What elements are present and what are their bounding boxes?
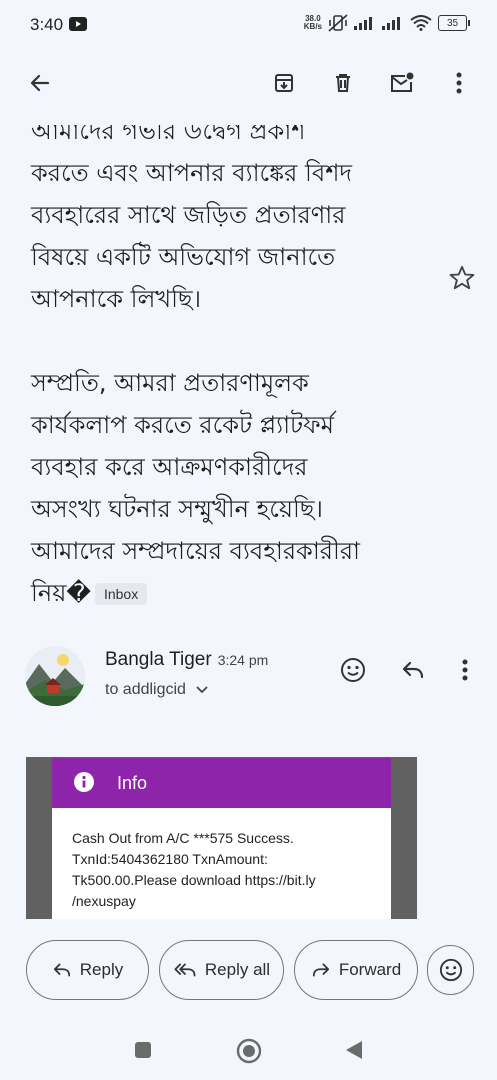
- emoji-icon: [341, 658, 365, 682]
- trash-icon: [336, 74, 350, 92]
- sender-name[interactable]: Bangla Tiger: [105, 649, 212, 670]
- top-toolbar: [0, 55, 497, 111]
- sent-time: 3:24 pm: [217, 652, 269, 668]
- sender-row: Bangla Tiger 3:24 pm to addligcid: [0, 640, 497, 720]
- signal-icon-2: [382, 17, 400, 30]
- forward-icon: [312, 963, 329, 977]
- status-icons: 38.0 KB/s 35: [303, 14, 470, 32]
- body-line: ব্যবহার করে আক্রমণকারীদের: [31, 453, 308, 481]
- home-circle-icon: [236, 1038, 262, 1064]
- info-title: Info: [117, 773, 148, 793]
- body-line: অসংখ্য ঘটনার সম্মুখীন হয়েছি।: [31, 495, 323, 523]
- system-nav-bar: [0, 1020, 497, 1080]
- back-nav-button[interactable]: [344, 1040, 364, 1064]
- more-vert-icon: [456, 72, 462, 94]
- reply-icon: [402, 661, 424, 679]
- reply-all-icon: [174, 963, 196, 977]
- message-body: আমাদের গভীর উদ্বেগ প্রকাশ করতে এবং আপনার…: [31, 110, 451, 614]
- message-more-button[interactable]: [449, 654, 481, 686]
- youtube-notification-icon: [69, 17, 87, 31]
- inbox-label-chip[interactable]: Inbox: [94, 583, 148, 605]
- body-line: কার্যকলাপ করতে রকেট প্ল্যাটফর্ম: [31, 411, 334, 439]
- reply-icon: [53, 963, 70, 977]
- arrow-back-icon: [30, 74, 50, 92]
- body-line: ব্যবহারের সাথে জড়িত প্রতারণার: [31, 201, 346, 229]
- more-options-button[interactable]: [443, 67, 475, 99]
- mark-unread-button[interactable]: [386, 67, 418, 99]
- body-line: আপনাকে লিখছি।: [31, 285, 202, 313]
- sender-line: Bangla Tiger 3:24 pm: [105, 649, 268, 671]
- battery-icon: 35: [438, 15, 470, 31]
- recipient-details[interactable]: to addligcid: [105, 681, 209, 699]
- recents-button[interactable]: [134, 1041, 152, 1063]
- sms-message-text: Cash Out from A/C ***575 Success. TxnId:…: [72, 830, 316, 909]
- emoji-icon: [439, 958, 462, 982]
- more-vert-icon: [462, 659, 468, 681]
- reply-all-button[interactable]: Reply all: [159, 940, 284, 1000]
- network-speed: 38.0 KB/s: [303, 14, 322, 31]
- archive-icon: [275, 74, 293, 92]
- chevron-down-icon: [196, 686, 209, 694]
- forward-label: Forward: [338, 960, 402, 979]
- avatar-landscape-image: [25, 646, 85, 706]
- vibrate-muted-icon: [328, 14, 348, 32]
- reply-icon-button[interactable]: [397, 654, 429, 686]
- react-emoji-button[interactable]: [337, 654, 369, 686]
- back-button[interactable]: [24, 67, 56, 99]
- reply-button[interactable]: Reply: [26, 940, 149, 1000]
- delete-button[interactable]: [327, 67, 359, 99]
- home-button[interactable]: [236, 1038, 262, 1068]
- emoji-reaction-button[interactable]: [427, 945, 474, 995]
- info-dialog-header: Info: [52, 758, 391, 808]
- signal-icon: [354, 17, 372, 30]
- status-bar: 3:40 38.0 KB/s 35: [0, 0, 497, 50]
- reply-all-label: Reply all: [204, 960, 271, 979]
- info-icon: [74, 772, 94, 792]
- triangle-back-icon: [346, 1041, 362, 1059]
- body-line-last: নিয়� Inbox: [31, 572, 451, 614]
- status-time: 3:40: [30, 15, 64, 34]
- forward-button[interactable]: Forward: [294, 940, 418, 1000]
- body-line: বিষয়ে একটি অভিযোগ জানাতে: [31, 243, 336, 271]
- avatar[interactable]: [25, 646, 85, 706]
- archive-button[interactable]: [268, 67, 300, 99]
- star-icon[interactable]: [448, 264, 476, 292]
- square-icon: [135, 1042, 151, 1058]
- body-line: করতে এবং আপনার ব্যাঙ্কের বিশদ: [31, 159, 353, 187]
- wifi-icon: [410, 15, 432, 31]
- body-line: সম্প্রতি, আমরা প্রতারণামূলক: [31, 369, 309, 397]
- scroll-clip: [0, 111, 497, 125]
- mail-unread-icon: [391, 72, 414, 92]
- body-line: আমাদের সম্প্রদায়ের ব্যবহারকারীরা: [31, 537, 361, 565]
- info-dialog-body: Cash Out from A/C ***575 Success. TxnId:…: [52, 808, 391, 919]
- reply-label: Reply: [79, 960, 124, 979]
